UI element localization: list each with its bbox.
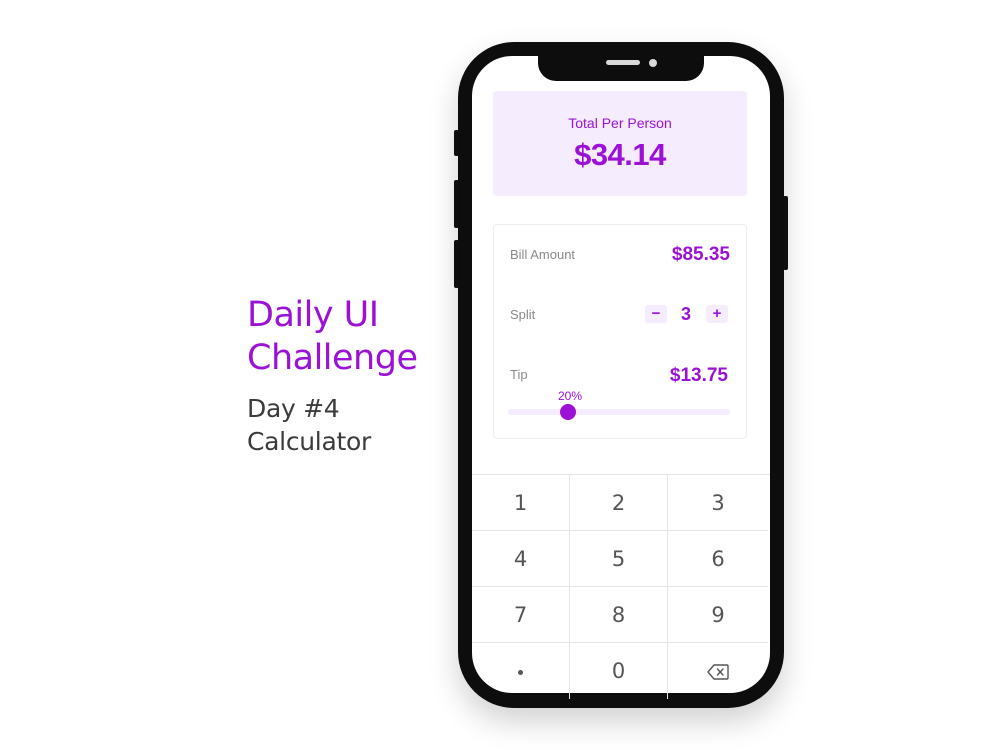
key-2[interactable]: 2 — [570, 475, 668, 531]
key-backspace[interactable] — [668, 643, 768, 699]
tip-slider-fill — [508, 409, 568, 415]
key-4[interactable]: 4 — [472, 531, 570, 587]
bill-amount-value[interactable]: $85.35 — [672, 244, 730, 266]
split-label: Split — [510, 307, 536, 322]
key-8[interactable]: 8 — [570, 587, 668, 643]
key-3[interactable]: 3 — [668, 475, 768, 531]
key-6[interactable]: 6 — [668, 531, 768, 587]
decimal-dot-icon — [518, 669, 523, 675]
speaker-icon — [606, 60, 640, 65]
key-7[interactable]: 7 — [472, 587, 570, 643]
tip-value: $13.75 — [669, 365, 728, 386]
split-increment-button[interactable]: + — [706, 305, 728, 323]
tip-slider-thumb[interactable] — [560, 404, 576, 420]
total-per-person-value: $34.14 — [574, 137, 666, 172]
key-5[interactable]: 5 — [570, 531, 668, 587]
camera-icon — [649, 59, 657, 67]
bill-amount-label: Bill Amount — [510, 247, 576, 262]
key-1[interactable]: 1 — [472, 475, 570, 531]
total-per-person-card: Total Per Person $34.14 — [493, 91, 747, 196]
caption-title-line-1: Daily UI — [247, 295, 379, 335]
key-0[interactable]: 0 — [570, 643, 668, 699]
key-9[interactable]: 9 — [668, 587, 768, 643]
split-decrement-button[interactable]: − — [645, 305, 667, 323]
key-decimal[interactable] — [472, 643, 570, 699]
number-keypad: 1 2 3 4 5 6 7 8 9 0 — [472, 474, 770, 699]
backspace-icon — [707, 664, 729, 680]
caption-sub-line-1: Day #4 — [247, 394, 340, 423]
split-value: 3 — [680, 304, 691, 324]
tip-percent-label: 20% — [557, 389, 583, 403]
tip-slider[interactable] — [508, 404, 730, 420]
caption-title-line-2: Challenge — [247, 338, 418, 378]
tip-label: Tip — [510, 367, 528, 382]
total-per-person-label: Total Per Person — [568, 115, 672, 131]
caption: Daily UI Challenge Day #4 Calculator — [247, 294, 418, 458]
caption-sub-line-2: Calculator — [247, 427, 371, 456]
phone-notch — [538, 54, 704, 81]
